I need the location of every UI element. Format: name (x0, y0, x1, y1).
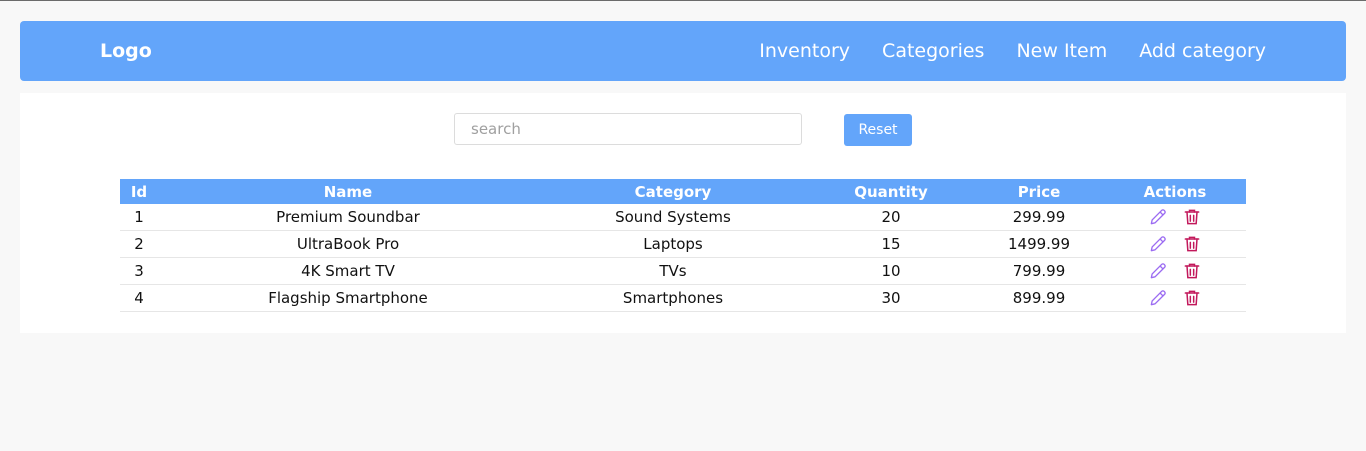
trash-icon[interactable] (1182, 234, 1202, 254)
pencil-icon[interactable] (1148, 261, 1168, 281)
cell-quantity: 30 (808, 284, 974, 312)
column-header-id: Id (130, 182, 148, 201)
cell-actions (1104, 284, 1246, 312)
table-row: 1 Premium Soundbar Sound Systems 20 299.… (120, 204, 1246, 231)
pencil-icon[interactable] (1148, 234, 1168, 254)
cell-category: Sound Systems (538, 204, 808, 231)
inventory-table: Id Name Category Quantity Price Actions … (120, 179, 1246, 312)
window-top-border (0, 0, 1366, 1)
cell-id: 4 (120, 284, 158, 312)
cell-quantity: 20 (808, 204, 974, 231)
table-row: 2 UltraBook Pro Laptops 15 1499.99 (120, 230, 1246, 258)
navbar: Logo Inventory Categories New Item Add c… (20, 21, 1346, 81)
cell-name: 4K Smart TV (158, 257, 538, 285)
nav-links: Inventory Categories New Item Add catego… (759, 38, 1266, 64)
pencil-icon[interactable] (1148, 207, 1168, 227)
cell-category: Smartphones (538, 284, 808, 312)
cell-price: 299.99 (974, 204, 1104, 231)
table-row: 3 4K Smart TV TVs 10 799.99 (120, 257, 1246, 285)
column-header-actions: Actions (1143, 182, 1207, 201)
table-header-row: Id Name Category Quantity Price Actions (120, 179, 1246, 204)
column-header-name: Name (323, 182, 373, 201)
reset-button[interactable]: Reset (844, 114, 912, 146)
column-header-price: Price (1017, 182, 1061, 201)
table-row: 4 Flagship Smartphone Smartphones 30 899… (120, 284, 1246, 312)
cell-price: 1499.99 (974, 230, 1104, 258)
cell-price: 799.99 (974, 257, 1104, 285)
cell-quantity: 10 (808, 257, 974, 285)
cell-name: Premium Soundbar (158, 204, 538, 231)
cell-category: Laptops (538, 230, 808, 258)
trash-icon[interactable] (1182, 207, 1202, 227)
nav-link-categories[interactable]: Categories (882, 38, 984, 64)
nav-link-add-category[interactable]: Add category (1139, 38, 1266, 64)
trash-icon[interactable] (1182, 288, 1202, 308)
cell-actions (1104, 204, 1246, 231)
cell-actions (1104, 257, 1246, 285)
nav-link-new-item[interactable]: New Item (1016, 38, 1107, 64)
cell-price: 899.99 (974, 284, 1104, 312)
pencil-icon[interactable] (1148, 288, 1168, 308)
search-input[interactable] (454, 113, 802, 145)
cell-actions (1104, 230, 1246, 258)
cell-id: 1 (120, 204, 158, 231)
column-header-category: Category (634, 182, 712, 201)
inventory-panel: Reset Id Name Category Quantity Price Ac… (20, 93, 1346, 333)
cell-quantity: 15 (808, 230, 974, 258)
cell-id: 2 (120, 230, 158, 258)
cell-name: Flagship Smartphone (158, 284, 538, 312)
logo[interactable]: Logo (100, 38, 152, 64)
column-header-quantity: Quantity (854, 182, 928, 201)
cell-category: TVs (538, 257, 808, 285)
cell-id: 3 (120, 257, 158, 285)
cell-name: UltraBook Pro (158, 230, 538, 258)
trash-icon[interactable] (1182, 261, 1202, 281)
nav-link-inventory[interactable]: Inventory (759, 38, 850, 64)
